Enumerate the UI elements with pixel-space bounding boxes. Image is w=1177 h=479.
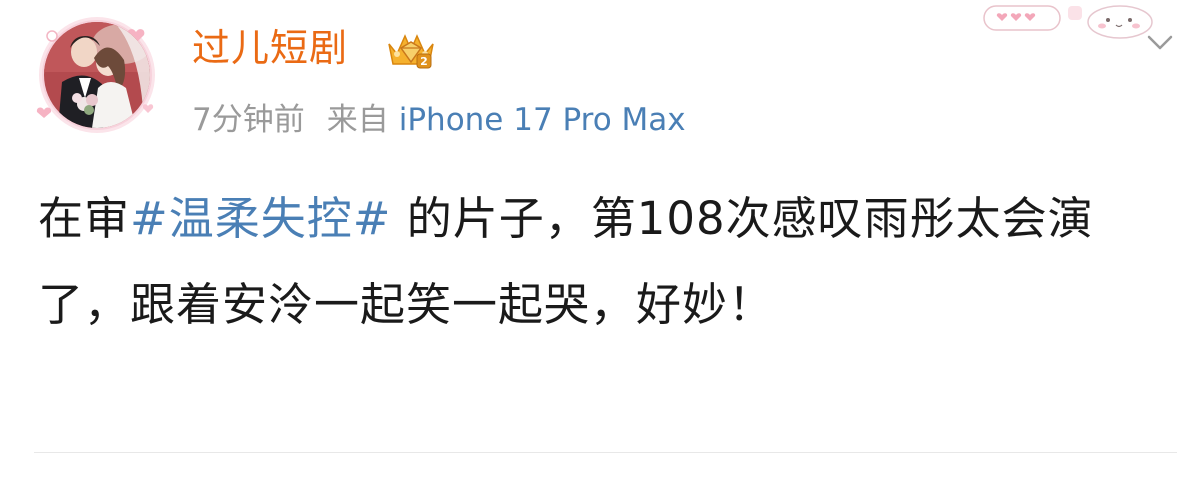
post-meta: 7分钟前 来自 iPhone 17 Pro Max	[192, 94, 686, 146]
post-content: 在审#温柔失控# 的片子，第108次感叹雨彤太会演了，跟着安泠一起笑一起哭，好妙…	[38, 176, 1148, 348]
hashtag-link[interactable]: #温柔失控#	[130, 192, 391, 245]
crown-diamond-icon[interactable]: 2	[383, 24, 439, 76]
post-text-before: 在审	[38, 192, 131, 245]
post-time: 7分钟前	[192, 102, 305, 138]
couple-photo-icon	[44, 22, 150, 128]
svg-text:2: 2	[420, 55, 428, 68]
chevron-down-icon[interactable]	[1146, 32, 1174, 54]
pink-bubble-sticker-icon	[983, 5, 1153, 39]
source-device-link[interactable]: iPhone 17 Pro Max	[399, 102, 686, 138]
post-divider	[34, 452, 1177, 453]
author-name[interactable]: 过儿短剧	[192, 22, 348, 74]
avatar[interactable]	[32, 14, 164, 134]
avatar-photo	[44, 22, 150, 128]
source-prefix: 来自	[326, 102, 389, 138]
